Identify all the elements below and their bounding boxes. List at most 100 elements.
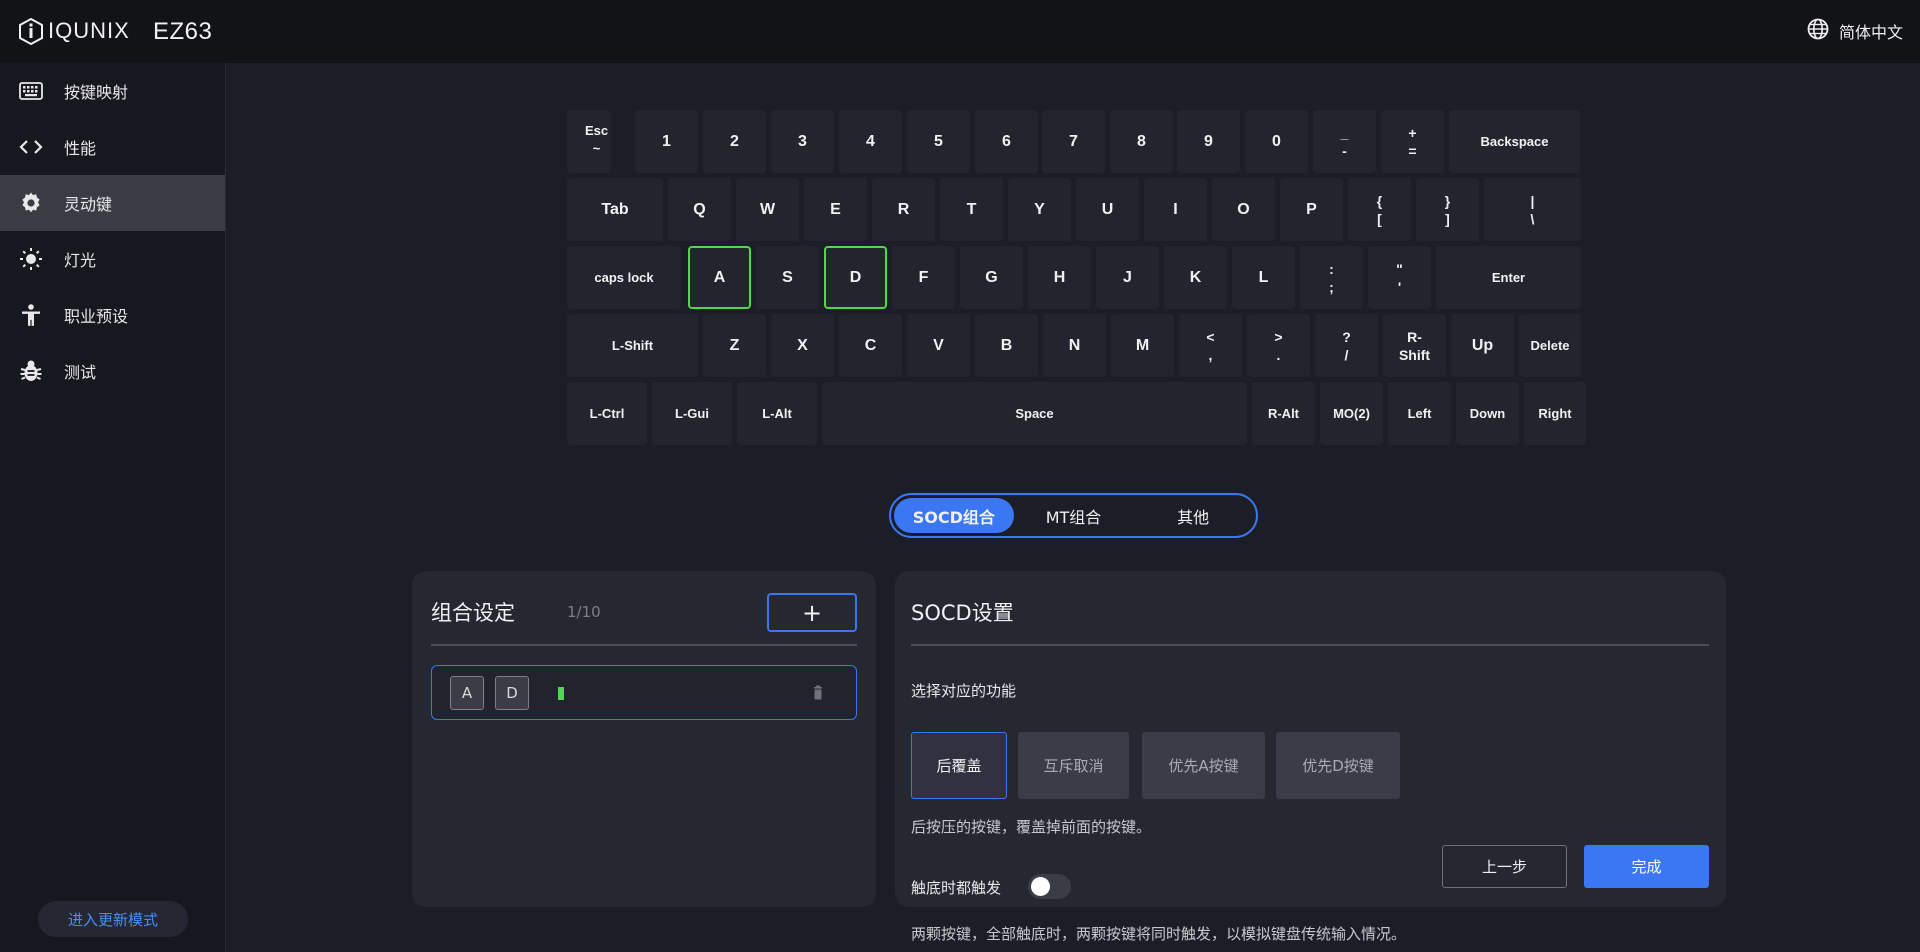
key-j[interactable]: J bbox=[1096, 246, 1159, 309]
key-o[interactable]: O bbox=[1212, 178, 1275, 241]
key-m[interactable]: M bbox=[1111, 314, 1174, 377]
previous-step-button[interactable]: 上一步 bbox=[1442, 845, 1567, 888]
key-symbol[interactable]: _ - bbox=[1313, 110, 1376, 173]
tab-mt[interactable]: MT组合 bbox=[1014, 498, 1134, 533]
toggle-knob bbox=[1031, 877, 1050, 896]
key-symbol[interactable]: ? / bbox=[1315, 314, 1378, 377]
key-l-gui[interactable]: L-Gui bbox=[652, 382, 732, 445]
key-space[interactable]: Space bbox=[822, 382, 1247, 445]
key-symbol[interactable]: " ' bbox=[1368, 246, 1431, 309]
key-label: Enter bbox=[1491, 270, 1526, 285]
trash-icon[interactable] bbox=[809, 684, 827, 702]
key-v[interactable]: V bbox=[907, 314, 970, 377]
key-z[interactable]: Z bbox=[703, 314, 766, 377]
key-q[interactable]: Q bbox=[668, 178, 731, 241]
key-6[interactable]: 6 bbox=[975, 110, 1038, 173]
bug-icon bbox=[18, 358, 44, 384]
key-bottom-label: [ bbox=[1377, 210, 1382, 227]
key-h[interactable]: H bbox=[1028, 246, 1091, 309]
add-combo-button[interactable]: + bbox=[767, 593, 857, 632]
sidebar-item-test[interactable]: 测试 bbox=[0, 343, 225, 399]
key-2[interactable]: 2 bbox=[703, 110, 766, 173]
option-neutral-cancel[interactable]: 互斥取消 bbox=[1018, 732, 1129, 799]
key-t[interactable]: T bbox=[940, 178, 1003, 241]
key-symbol[interactable]: :; bbox=[1300, 246, 1363, 309]
language-selector[interactable]: 简体中文 bbox=[1807, 18, 1903, 44]
key-1[interactable]: 1 bbox=[635, 110, 698, 173]
key-delete[interactable]: Delete bbox=[1519, 314, 1581, 377]
key-symbol[interactable]: | \ bbox=[1484, 178, 1581, 241]
key-top-label: { bbox=[1376, 192, 1383, 209]
key-l-shift[interactable]: L-Shift bbox=[567, 314, 698, 377]
key-e[interactable]: E bbox=[804, 178, 867, 241]
key-7[interactable]: 7 bbox=[1042, 110, 1105, 173]
key-x[interactable]: X bbox=[771, 314, 834, 377]
key-y[interactable]: Y bbox=[1008, 178, 1071, 241]
key-d[interactable]: D bbox=[824, 246, 887, 309]
key-4[interactable]: 4 bbox=[839, 110, 902, 173]
sidebar-item-performance[interactable]: 性能 bbox=[0, 119, 225, 175]
enter-update-mode-button[interactable]: 进入更新模式 bbox=[38, 901, 188, 937]
key-symbol[interactable]: }] bbox=[1416, 178, 1479, 241]
finish-button[interactable]: 完成 bbox=[1584, 845, 1709, 888]
key-0[interactable]: 0 bbox=[1245, 110, 1308, 173]
key-right[interactable]: Right bbox=[1524, 382, 1586, 445]
key-symbol[interactable]: {[ bbox=[1348, 178, 1411, 241]
key-3[interactable]: 3 bbox=[771, 110, 834, 173]
key-i[interactable]: I bbox=[1144, 178, 1207, 241]
key-label: caps lock bbox=[594, 270, 654, 285]
key-label: L-Alt bbox=[762, 406, 792, 421]
key-b[interactable]: B bbox=[975, 314, 1038, 377]
option-priority-a[interactable]: 优先A按键 bbox=[1142, 732, 1265, 799]
key-n[interactable]: N bbox=[1043, 314, 1106, 377]
key-down[interactable]: Down bbox=[1456, 382, 1519, 445]
key-l-alt[interactable]: L-Alt bbox=[737, 382, 817, 445]
key-symbol[interactable]: >. bbox=[1247, 314, 1310, 377]
bottom-trigger-toggle[interactable] bbox=[1028, 874, 1071, 899]
option-priority-d[interactable]: 优先D按键 bbox=[1276, 732, 1400, 799]
key-enter[interactable]: Enter bbox=[1436, 246, 1581, 309]
key-backspace[interactable]: Backspace bbox=[1449, 110, 1580, 173]
key-tab[interactable]: Tab bbox=[567, 178, 663, 241]
panel-title: SOCD设置 bbox=[911, 601, 1014, 625]
key-caps-lock[interactable]: caps lock bbox=[567, 246, 681, 309]
key-r-alt[interactable]: R-Alt bbox=[1252, 382, 1315, 445]
key-label: Delete bbox=[1530, 338, 1570, 353]
key-f[interactable]: F bbox=[892, 246, 955, 309]
key-r[interactable]: R bbox=[872, 178, 935, 241]
key-c[interactable]: C bbox=[839, 314, 902, 377]
sidebar-item-label: 性能 bbox=[64, 139, 97, 158]
key-u[interactable]: U bbox=[1076, 178, 1139, 241]
key-label: 8 bbox=[1137, 132, 1146, 150]
key-top-label: ? bbox=[1342, 328, 1351, 345]
sidebar-item-dynamic-keys[interactable]: 灵动键 bbox=[0, 175, 225, 231]
key-up[interactable]: Up bbox=[1451, 314, 1514, 377]
tab-socd[interactable]: SOCD组合 bbox=[894, 498, 1014, 533]
key-label: Down bbox=[1469, 406, 1506, 421]
key-symbol[interactable]: + = bbox=[1381, 110, 1444, 173]
key-8[interactable]: 8 bbox=[1110, 110, 1173, 173]
key-l-ctrl[interactable]: L-Ctrl bbox=[567, 382, 647, 445]
key-5[interactable]: 5 bbox=[907, 110, 970, 173]
key-label: T bbox=[966, 200, 977, 218]
key-g[interactable]: G bbox=[960, 246, 1023, 309]
key-esc[interactable]: Esc ~ bbox=[567, 110, 611, 173]
key-a[interactable]: A bbox=[688, 246, 751, 309]
sidebar-item-keymap[interactable]: 按键映射 bbox=[0, 63, 225, 119]
key-9[interactable]: 9 bbox=[1177, 110, 1240, 173]
key-s[interactable]: S bbox=[756, 246, 819, 309]
option-last-input[interactable]: 后覆盖 bbox=[911, 732, 1007, 799]
option-description: 后按压的按键，覆盖掉前面的按键。 bbox=[911, 818, 1152, 836]
key-symbol[interactable]: <, bbox=[1179, 314, 1242, 377]
tab-other[interactable]: 其他 bbox=[1133, 498, 1253, 533]
key-k[interactable]: K bbox=[1164, 246, 1227, 309]
key-p[interactable]: P bbox=[1280, 178, 1343, 241]
key-l[interactable]: L bbox=[1232, 246, 1295, 309]
key-left[interactable]: Left bbox=[1388, 382, 1451, 445]
sidebar-item-lighting[interactable]: 灯光 bbox=[0, 231, 225, 287]
key-symbol[interactable]: R- Shift bbox=[1383, 314, 1446, 377]
combo-item[interactable]: A D bbox=[431, 665, 857, 720]
key-mo-2[interactable]: MO(2) bbox=[1320, 382, 1383, 445]
key-w[interactable]: W bbox=[736, 178, 799, 241]
sidebar-item-pro-presets[interactable]: 职业预设 bbox=[0, 287, 225, 343]
